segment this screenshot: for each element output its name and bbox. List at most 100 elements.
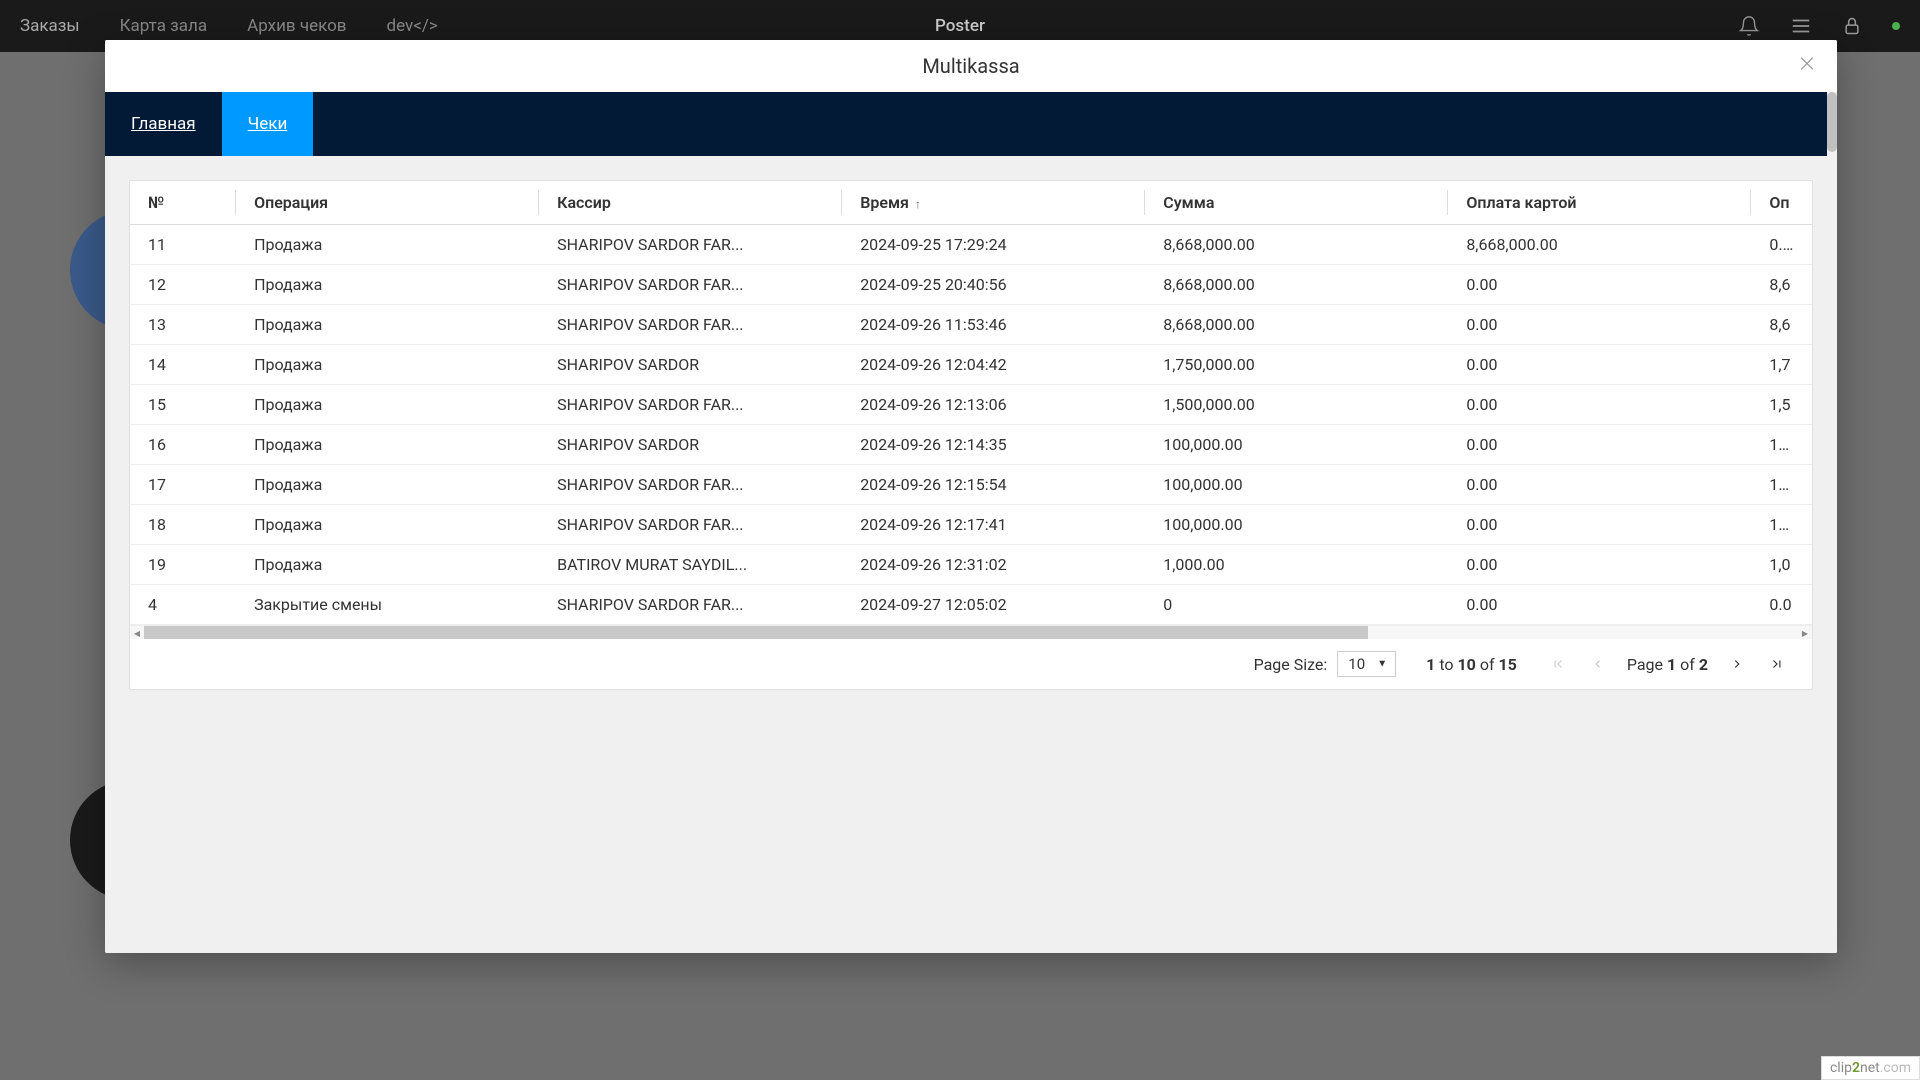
bell-icon[interactable]: [1738, 15, 1760, 37]
cell-cashier: SHARIPOV SARDOR FAR...: [539, 585, 842, 625]
status-indicator: [1892, 22, 1900, 30]
page-size-select[interactable]: 10 ▼: [1337, 651, 1396, 677]
cell-sum: 1,750,000.00: [1145, 345, 1448, 385]
topbar-right: [1738, 15, 1920, 37]
cell-card: 8,668,000.00: [1448, 225, 1751, 265]
col-header-sum[interactable]: Сумма: [1145, 181, 1448, 225]
table-row[interactable]: 18ПродажаSHARIPOV SARDOR FAR...2024-09-2…: [130, 505, 1812, 545]
next-page-button[interactable]: [1726, 653, 1748, 675]
cell-operation: Продажа: [236, 305, 539, 345]
vertical-scrollbar[interactable]: [1827, 92, 1837, 953]
cell-sum: 100,000.00: [1145, 505, 1448, 545]
cell-cashier: SHARIPOV SARDOR FAR...: [539, 265, 842, 305]
cell-num: 4: [130, 585, 236, 625]
tab-checks[interactable]: Чеки: [222, 92, 314, 156]
menu-icon[interactable]: [1790, 15, 1812, 37]
cell-cashier: SHARIPOV SARDOR: [539, 425, 842, 465]
first-page-button[interactable]: [1547, 653, 1569, 675]
cell-operation: Продажа: [236, 345, 539, 385]
horizontal-scrollbar[interactable]: ◀ ▶: [130, 625, 1812, 639]
cell-time: 2024-09-26 12:17:41: [842, 505, 1145, 545]
table-row[interactable]: 19ПродажаBATIROV MURAT SAYDIL...2024-09-…: [130, 545, 1812, 585]
pager-range: 1 to 10 of 15: [1426, 655, 1517, 674]
col-header-card[interactable]: Оплата картой: [1448, 181, 1751, 225]
vertical-scroll-thumb[interactable]: [1827, 92, 1837, 152]
col-header-cashier[interactable]: Кассир: [539, 181, 842, 225]
scroll-right-icon[interactable]: ▶: [1798, 626, 1812, 640]
watermark: clip2net.com: [1821, 1056, 1920, 1080]
cell-operation: Продажа: [236, 385, 539, 425]
cell-num: 16: [130, 425, 236, 465]
cell-time: 2024-09-26 11:53:46: [842, 305, 1145, 345]
page-size-label: Page Size:: [1254, 655, 1328, 674]
cell-cashier: SHARIPOV SARDOR FAR...: [539, 505, 842, 545]
tabs-bar: Главная Чеки: [105, 92, 1837, 156]
cell-cashier: SHARIPOV SARDOR FAR...: [539, 305, 842, 345]
cell-card: 0.00: [1448, 385, 1751, 425]
scroll-track[interactable]: [144, 626, 1798, 639]
col-header-extra[interactable]: Оп: [1751, 181, 1812, 225]
cell-extra: 1,0: [1751, 545, 1812, 585]
table-row[interactable]: 13ПродажаSHARIPOV SARDOR FAR...2024-09-2…: [130, 305, 1812, 345]
cell-card: 0.00: [1448, 505, 1751, 545]
col-header-number[interactable]: №: [130, 181, 236, 225]
cell-extra: 100: [1751, 425, 1812, 465]
cell-operation: Продажа: [236, 265, 539, 305]
cell-operation: Продажа: [236, 425, 539, 465]
cell-operation: Продажа: [236, 505, 539, 545]
scroll-left-icon[interactable]: ◀: [130, 626, 144, 640]
cell-cashier: SHARIPOV SARDOR: [539, 345, 842, 385]
cell-card: 0.00: [1448, 305, 1751, 345]
cell-time: 2024-09-25 17:29:24: [842, 225, 1145, 265]
nav-orders[interactable]: Заказы: [0, 0, 100, 52]
table-row[interactable]: 17ПродажаSHARIPOV SARDOR FAR...2024-09-2…: [130, 465, 1812, 505]
table-row[interactable]: 14ПродажаSHARIPOV SARDOR2024-09-26 12:04…: [130, 345, 1812, 385]
cell-time: 2024-09-25 20:40:56: [842, 265, 1145, 305]
cell-extra: 100: [1751, 505, 1812, 545]
cell-num: 12: [130, 265, 236, 305]
col-header-operation[interactable]: Операция: [236, 181, 539, 225]
last-page-button[interactable]: [1766, 653, 1788, 675]
cell-time: 2024-09-26 12:31:02: [842, 545, 1145, 585]
modal-body: Главная Чеки № Операция Кассир Время↑ Су…: [105, 92, 1837, 953]
col-header-time[interactable]: Время↑: [842, 181, 1145, 225]
cell-extra: 1,5: [1751, 385, 1812, 425]
cell-sum: 8,668,000.00: [1145, 265, 1448, 305]
cell-operation: Продажа: [236, 545, 539, 585]
tab-main[interactable]: Главная: [105, 92, 222, 156]
cell-operation: Продажа: [236, 465, 539, 505]
brand-title: Poster: [935, 16, 985, 36]
prev-page-button[interactable]: [1587, 653, 1609, 675]
close-icon[interactable]: [1789, 46, 1825, 87]
cell-extra: 100: [1751, 465, 1812, 505]
cell-sum: 8,668,000.00: [1145, 305, 1448, 345]
cell-operation: Закрытие смены: [236, 585, 539, 625]
cell-sum: 100,000.00: [1145, 425, 1448, 465]
table-row[interactable]: 16ПродажаSHARIPOV SARDOR2024-09-26 12:14…: [130, 425, 1812, 465]
cell-card: 0.00: [1448, 425, 1751, 465]
page-size-control: Page Size: 10 ▼: [1254, 651, 1397, 677]
table-row[interactable]: 12ПродажаSHARIPOV SARDOR FAR...2024-09-2…: [130, 265, 1812, 305]
table-row[interactable]: 15ПродажаSHARIPOV SARDOR FAR...2024-09-2…: [130, 385, 1812, 425]
cell-time: 2024-09-26 12:14:35: [842, 425, 1145, 465]
cell-extra: 0.00: [1751, 225, 1812, 265]
lock-icon[interactable]: [1842, 16, 1862, 36]
cell-operation: Продажа: [236, 225, 539, 265]
modal: Multikassa Главная Чеки № Операция Касси…: [105, 40, 1837, 953]
data-grid: № Операция Кассир Время↑ Сумма Оплата ка…: [129, 180, 1813, 690]
pager: Page Size: 10 ▼ 1 to 10 of 15 Page 1 of …: [130, 639, 1812, 689]
cell-time: 2024-09-26 12:13:06: [842, 385, 1145, 425]
cell-num: 13: [130, 305, 236, 345]
sort-asc-icon: ↑: [915, 197, 921, 211]
pager-position: Page 1 of 2: [1627, 655, 1708, 674]
scroll-thumb[interactable]: [144, 626, 1368, 639]
cell-cashier: SHARIPOV SARDOR FAR...: [539, 225, 842, 265]
table-row[interactable]: 11ПродажаSHARIPOV SARDOR FAR...2024-09-2…: [130, 225, 1812, 265]
pager-nav: Page 1 of 2: [1547, 653, 1788, 675]
table-row[interactable]: 4Закрытие сменыSHARIPOV SARDOR FAR...202…: [130, 585, 1812, 625]
cell-extra: 0.0: [1751, 585, 1812, 625]
cell-time: 2024-09-26 12:04:42: [842, 345, 1145, 385]
cell-card: 0.00: [1448, 265, 1751, 305]
cell-num: 19: [130, 545, 236, 585]
cell-sum: 0: [1145, 585, 1448, 625]
